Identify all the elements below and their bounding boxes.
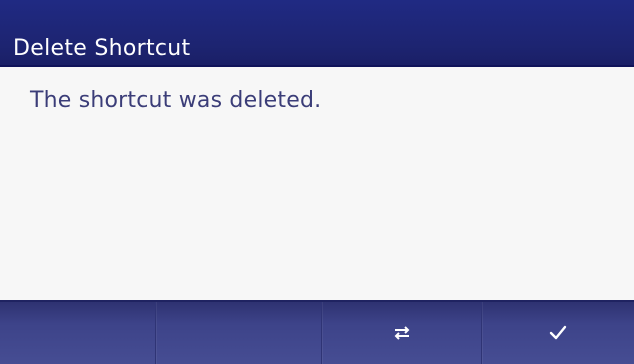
dialog-content: The shortcut was deleted.: [0, 67, 634, 300]
softkey-swap[interactable]: [321, 302, 481, 364]
softkey-1[interactable]: [0, 302, 155, 364]
dialog-title: Delete Shortcut: [13, 36, 191, 61]
title-bar: Delete Shortcut: [0, 0, 634, 67]
swap-icon: [391, 322, 413, 344]
phone-screen: Delete Shortcut The shortcut was deleted…: [0, 0, 634, 364]
checkmark-icon: [548, 323, 568, 343]
dialog-message: The shortcut was deleted.: [30, 88, 322, 113]
softkey-bar: [0, 300, 634, 364]
softkey-2[interactable]: [155, 302, 321, 364]
softkey-confirm[interactable]: [481, 302, 634, 364]
